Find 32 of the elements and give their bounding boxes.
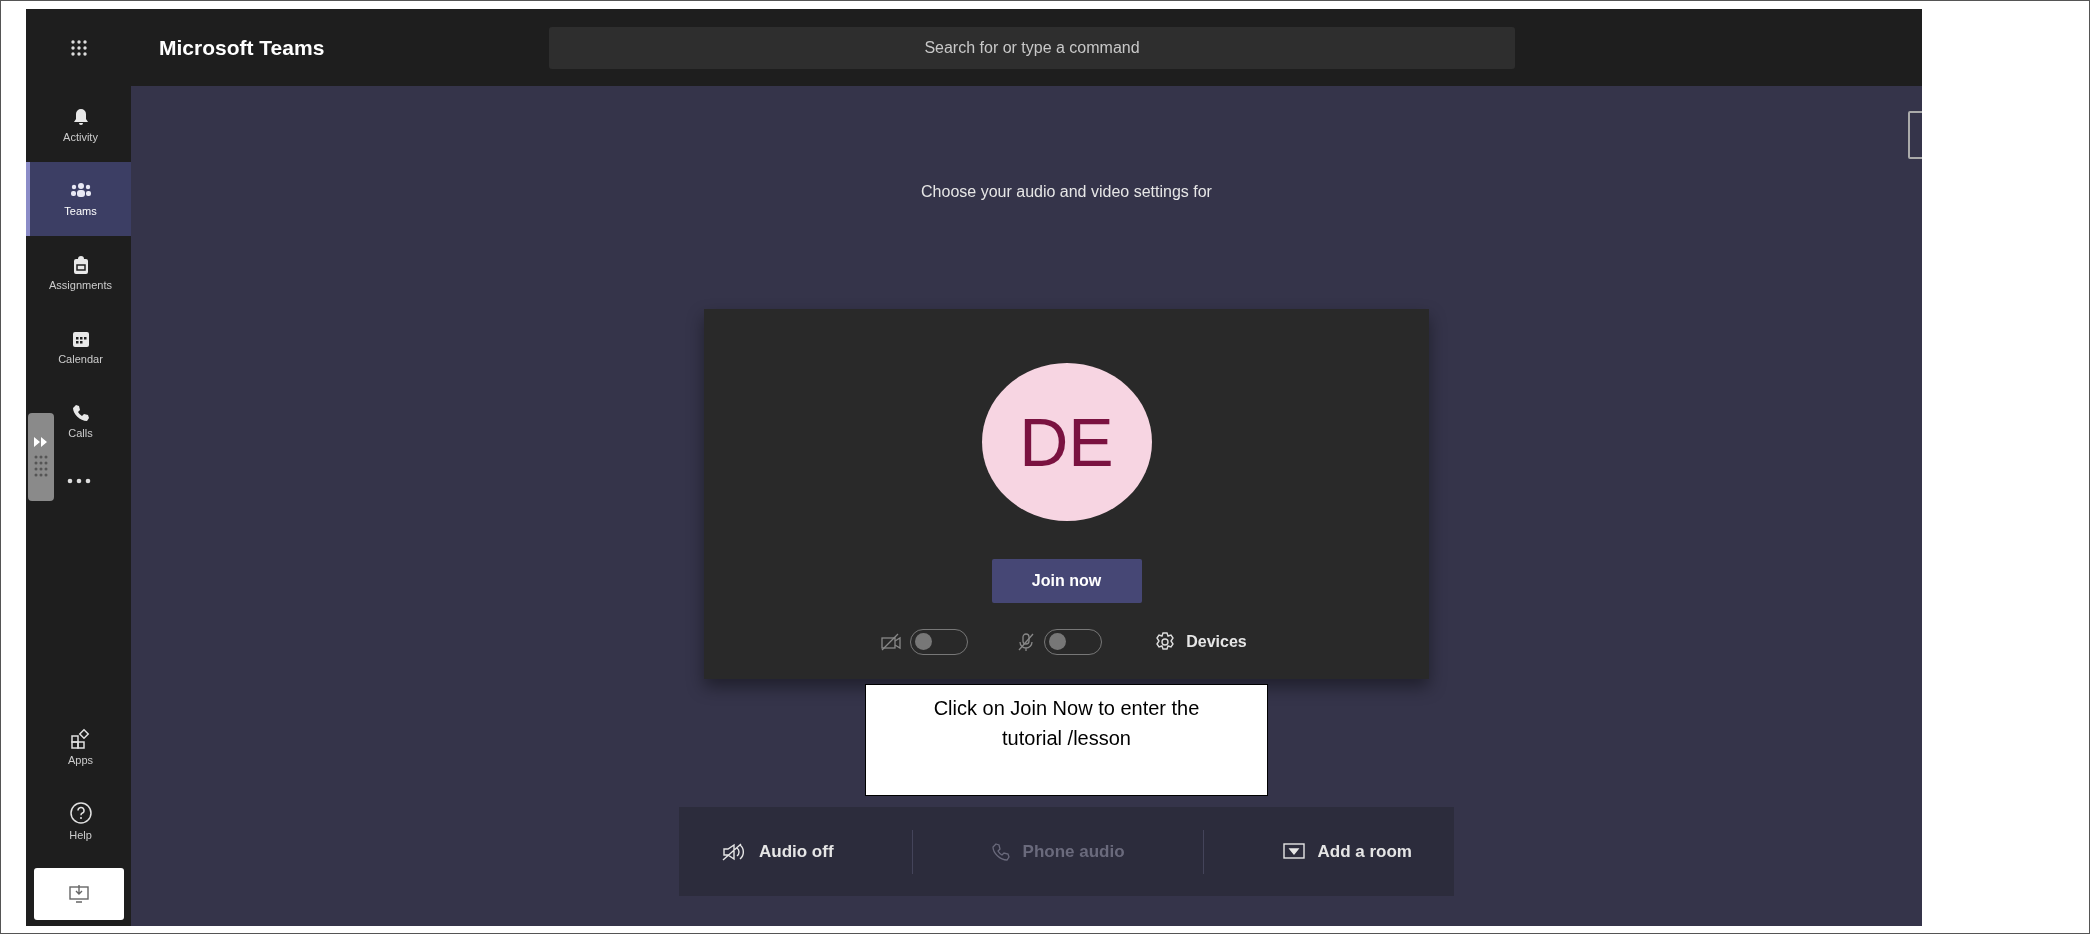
app-launcher-icon[interactable] [69, 38, 88, 57]
app-title: Microsoft Teams [159, 35, 326, 60]
download-icon [67, 884, 90, 904]
speaker-muted-icon [721, 841, 747, 862]
nav-item[interactable]: Assignments [26, 236, 131, 310]
calendar-icon [70, 329, 91, 349]
backpack-icon [71, 255, 90, 275]
heading: Choose your audio and video settings for [921, 183, 1212, 201]
apps-icon [69, 728, 92, 750]
nav-item[interactable]: Calls [26, 384, 131, 458]
camera-off-icon [880, 633, 903, 651]
nav-item[interactable]: Help [26, 784, 131, 858]
join-button[interactable]: Join now [991, 559, 1142, 603]
search-field[interactable]: Search for or type a command [549, 26, 1515, 69]
callout-note: Click on Join Now to enter the tutorial /lesson [865, 684, 1268, 796]
keypad-icon [34, 455, 48, 477]
download-button[interactable] [33, 868, 124, 920]
audio-option[interactable]: Add a room [1275, 840, 1418, 863]
devices-button[interactable]: Devices [1148, 630, 1253, 654]
nav-item[interactable]: Calendar [26, 310, 131, 384]
phone-icon [990, 841, 1011, 862]
screen-icon [1281, 841, 1306, 862]
phone-icon [70, 403, 91, 423]
help-icon [68, 801, 93, 825]
fast-forward-icon [34, 437, 48, 447]
nav-item[interactable]: Teams [26, 162, 131, 236]
dialpad-widget[interactable] [28, 413, 54, 501]
audio-option[interactable]: Audio off [715, 840, 840, 863]
nav-item[interactable]: Apps [26, 710, 131, 784]
avatar: DE [981, 363, 1152, 521]
more-icon[interactable] [66, 478, 91, 484]
nav-item[interactable]: Activity [26, 88, 131, 162]
